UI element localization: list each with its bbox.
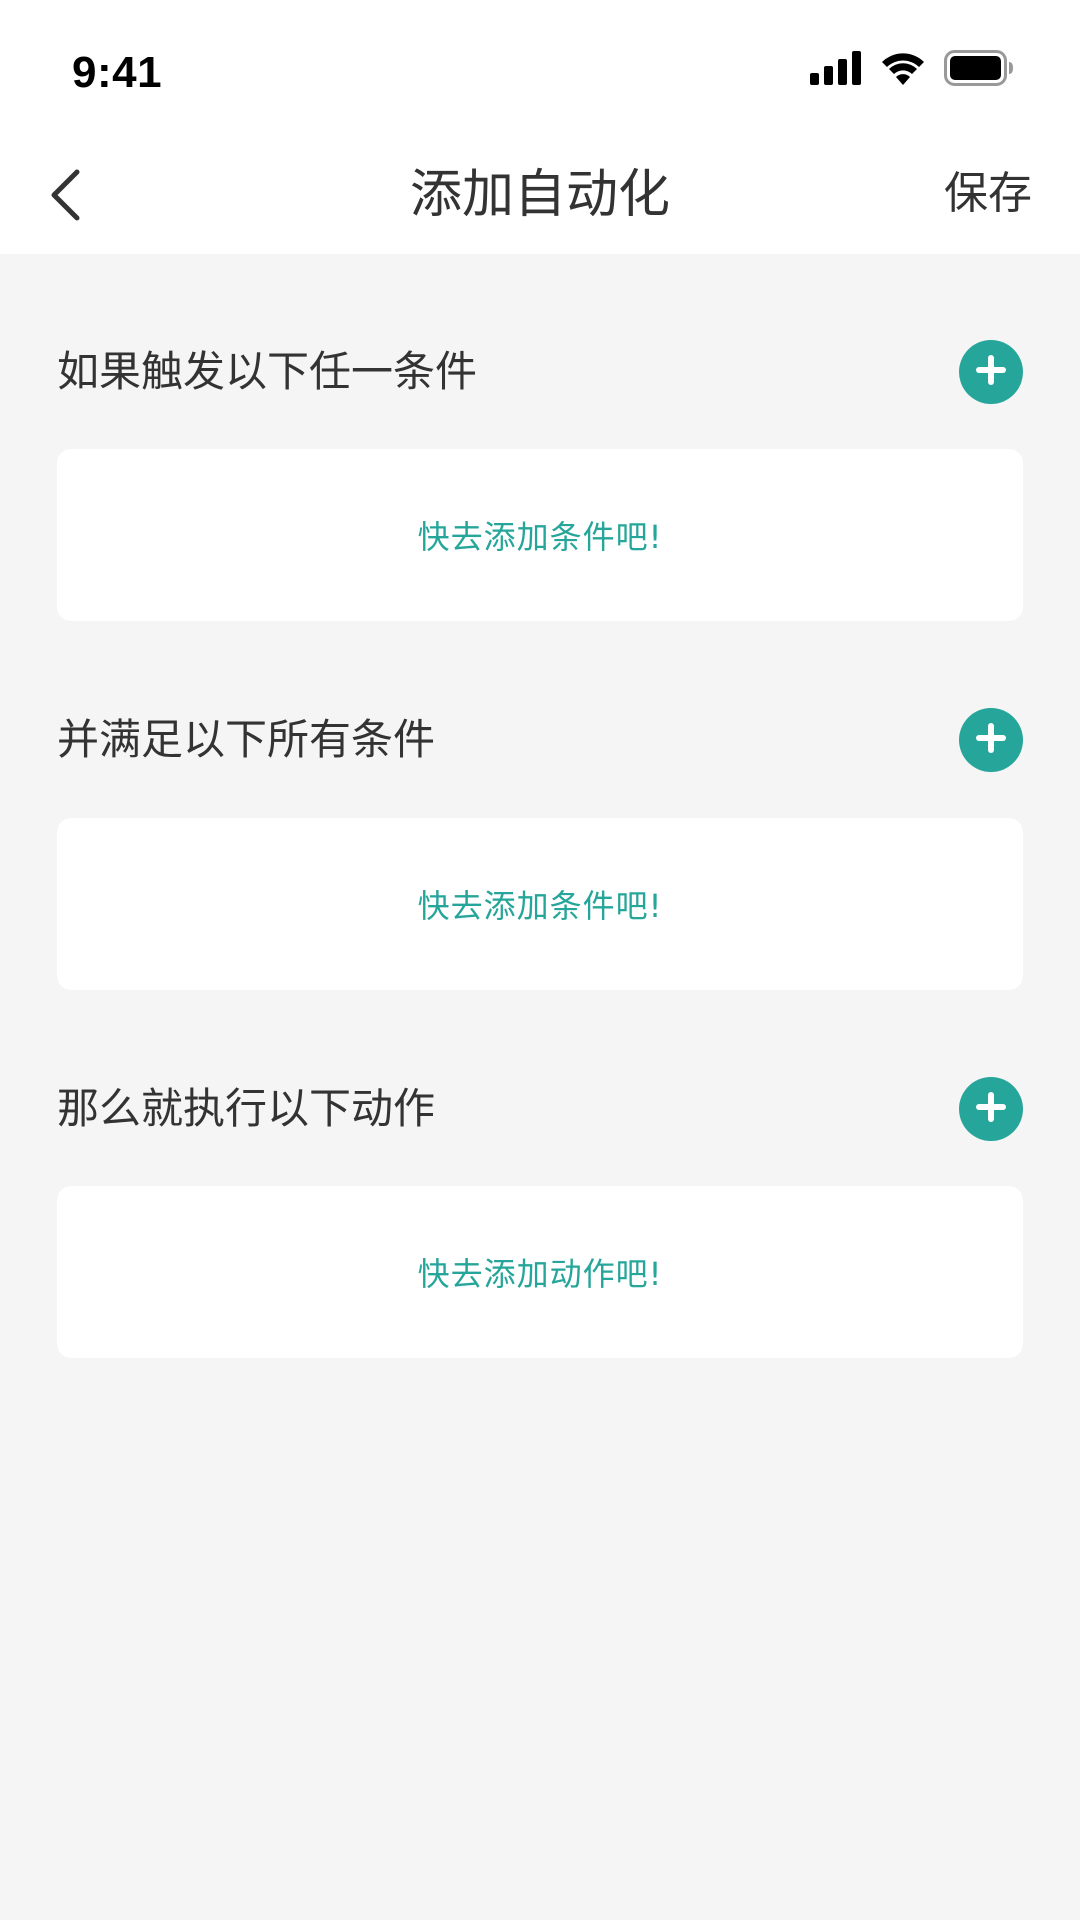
battery-icon <box>944 50 1014 90</box>
section-header: 如果触发以下任一条件 <box>57 340 1023 404</box>
condition-section: 并满足以下所有条件 快去添加条件吧! <box>57 708 1023 990</box>
empty-state-card: 快去添加条件吧! <box>57 818 1023 990</box>
empty-state-text: 快去添加条件吧! <box>417 887 663 925</box>
action-section: 那么就执行以下动作 快去添加动作吧! <box>57 1077 1023 1358</box>
status-icons <box>810 50 1014 90</box>
page-title: 添加自动化 <box>409 165 670 225</box>
empty-state-card: 快去添加动作吧! <box>57 1186 1023 1358</box>
section-title: 如果触发以下任一条件 <box>57 347 478 396</box>
status-time: 9:41 <box>72 48 163 97</box>
trigger-section: 如果触发以下任一条件 快去添加条件吧! <box>57 340 1023 621</box>
section-header: 那么就执行以下动作 <box>57 1077 1023 1141</box>
section-header: 并满足以下所有条件 <box>57 708 1023 772</box>
save-button[interactable]: 保存 <box>944 164 1032 224</box>
plus-icon <box>974 1090 1008 1128</box>
empty-state-text: 快去添加条件吧! <box>417 518 663 556</box>
add-action-button[interactable] <box>959 1077 1023 1141</box>
plus-icon <box>974 353 1008 391</box>
empty-state-card: 快去添加条件吧! <box>57 449 1023 621</box>
add-condition-button[interactable] <box>959 708 1023 772</box>
section-title: 那么就执行以下动作 <box>57 1084 436 1133</box>
cellular-signal-icon <box>810 51 862 89</box>
wifi-icon <box>880 51 926 89</box>
navigation-bar: 添加自动化 保存 <box>0 140 1080 254</box>
add-trigger-button[interactable] <box>959 340 1023 404</box>
section-title: 并满足以下所有条件 <box>57 715 436 764</box>
status-bar: 9:41 <box>0 0 1080 140</box>
empty-state-text: 快去添加动作吧! <box>417 1255 663 1293</box>
plus-icon <box>974 721 1008 759</box>
